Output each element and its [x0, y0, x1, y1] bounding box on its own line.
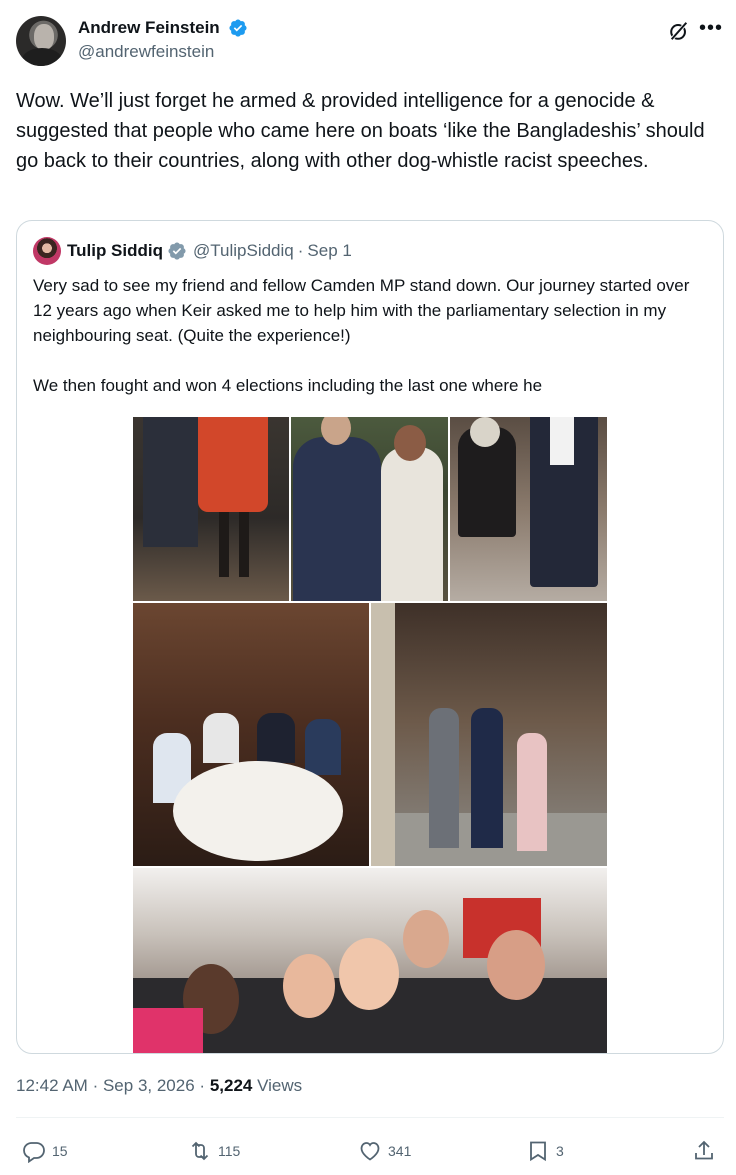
avatar-body — [22, 48, 62, 66]
photo-figure — [257, 713, 295, 763]
like-count: 341 — [388, 1143, 412, 1159]
photo-figure — [239, 512, 249, 577]
photo-5[interactable] — [371, 603, 607, 866]
photo-figure — [143, 417, 198, 547]
avatar-face — [34, 24, 54, 50]
quoted-separator: · — [297, 241, 304, 260]
photo-figure — [517, 733, 547, 851]
photo-figure — [381, 447, 443, 601]
photo-4[interactable] — [133, 603, 369, 866]
quoted-tweet-card[interactable]: Tulip Siddiq @TulipSiddiq · Sep 1 Very s… — [16, 220, 724, 1054]
meta-separator: · — [199, 1076, 206, 1095]
photo-face — [403, 910, 449, 968]
photo-figure — [305, 719, 341, 775]
author-handle[interactable]: @andrewfeinstein — [78, 42, 248, 62]
quoted-date[interactable]: Sep 1 — [307, 241, 351, 261]
photo-red-coat — [198, 417, 268, 512]
photo-collage[interactable] — [133, 417, 607, 1053]
tweet-text: Wow. We’ll just forget he armed & provid… — [16, 90, 705, 172]
quoted-author-avatar[interactable] — [33, 237, 61, 265]
divider — [16, 1117, 724, 1118]
share-button[interactable] — [692, 1134, 722, 1168]
more-options-icon[interactable]: ••• — [698, 18, 724, 44]
photo-pillar — [371, 603, 395, 866]
photo-figure — [429, 708, 459, 848]
photo-face — [339, 938, 399, 1010]
like-button[interactable]: 341 — [358, 1134, 411, 1168]
tweet-meta: 12:42 AM · Sep 3, 2026 · 5,224 Views — [16, 1076, 302, 1096]
tweet-time[interactable]: 12:42 AM — [16, 1076, 88, 1095]
photo-6[interactable] — [133, 868, 607, 1053]
photo-pink-top — [133, 1008, 203, 1053]
photo-figure — [219, 512, 229, 577]
author-name-block[interactable]: Andrew Feinstein @andrewfeinstein — [78, 18, 248, 62]
photo-figure — [203, 713, 239, 763]
tweet-header: Andrew Feinstein @andrewfeinstein ••• — [16, 16, 724, 68]
photo-figure — [293, 437, 381, 601]
photo-table — [173, 761, 343, 861]
tweet-date[interactable]: Sep 3, 2026 — [103, 1076, 195, 1095]
action-bar: 15 115 341 3 — [16, 1134, 724, 1168]
photo-figure — [394, 425, 426, 461]
bookmark-count: 3 — [556, 1143, 564, 1159]
reply-button[interactable]: 15 — [22, 1134, 68, 1168]
quoted-author-handle[interactable]: @TulipSiddiq — [193, 241, 294, 261]
verified-badge-icon[interactable] — [228, 18, 248, 38]
views-count[interactable]: 5,224 — [210, 1076, 253, 1095]
reply-count: 15 — [52, 1143, 68, 1159]
photo-3[interactable] — [450, 417, 607, 601]
share-icon — [695, 1140, 713, 1160]
quoted-tweet-header: Tulip Siddiq @TulipSiddiq · Sep 1 — [33, 237, 352, 265]
photo-figure — [470, 417, 500, 447]
repost-button[interactable]: 115 — [188, 1134, 240, 1168]
gray-verified-badge-icon — [168, 242, 186, 260]
repost-icon — [191, 1141, 209, 1161]
repost-count: 115 — [218, 1143, 241, 1159]
bookmark-icon — [530, 1141, 546, 1162]
photo-figure — [550, 417, 574, 465]
photo-face — [283, 954, 335, 1018]
photo-figure — [471, 708, 503, 848]
quoted-tweet-text: Very sad to see my friend and fellow Cam… — [33, 276, 690, 395]
views-label: Views — [257, 1076, 303, 1095]
photo-1[interactable] — [133, 417, 289, 601]
heart-icon — [360, 1142, 380, 1161]
grok-icon[interactable] — [668, 20, 690, 42]
author-avatar[interactable] — [16, 16, 66, 66]
photo-face — [487, 930, 545, 1000]
meta-separator: · — [92, 1076, 99, 1095]
quoted-author-display-name[interactable]: Tulip Siddiq — [67, 241, 163, 261]
photo-2[interactable] — [291, 417, 448, 601]
reply-icon — [23, 1142, 45, 1163]
bookmark-button[interactable]: 3 — [526, 1134, 564, 1168]
author-display-name[interactable]: Andrew Feinstein — [78, 18, 220, 38]
